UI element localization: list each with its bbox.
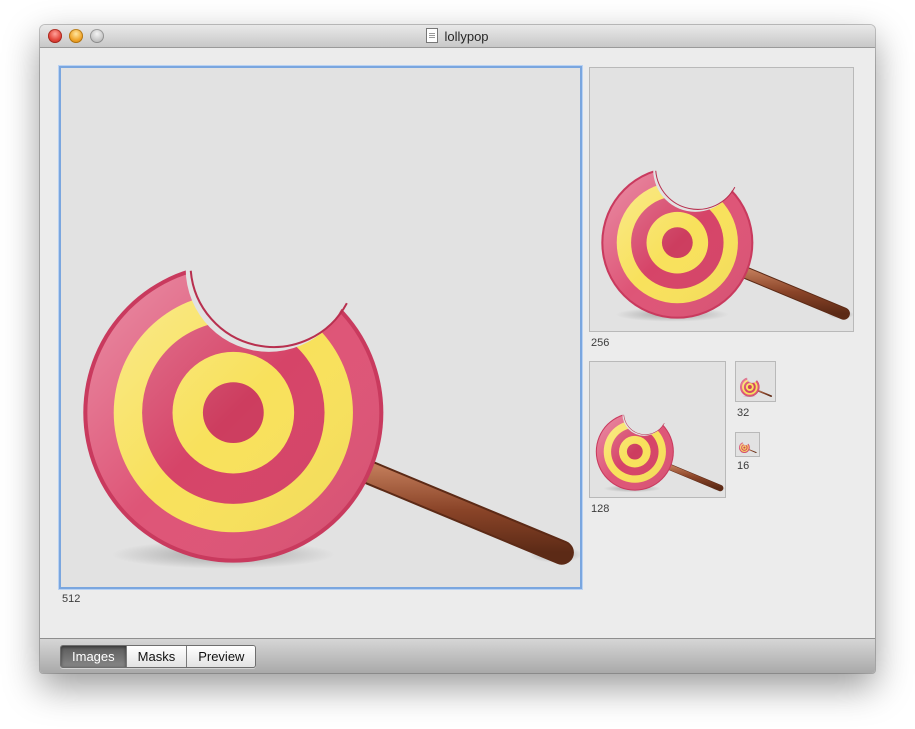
size-label-32: 32 bbox=[737, 407, 750, 419]
bottom-toolbar: Images Masks Preview bbox=[40, 638, 875, 673]
lollipop-image-256 bbox=[590, 68, 853, 331]
size-label-16: 16 bbox=[737, 460, 750, 472]
title-bar[interactable]: lollypop bbox=[40, 25, 875, 48]
tab-masks[interactable]: Masks bbox=[126, 646, 188, 667]
icon-editor-content: 512 256 128 32 16 bbox=[40, 48, 875, 638]
app-window: lollypop 512 256 128 32 16 Images Masks … bbox=[40, 25, 875, 673]
size-label-256: 256 bbox=[591, 337, 610, 349]
image-well-256[interactable] bbox=[589, 67, 854, 332]
image-well-16[interactable] bbox=[735, 432, 760, 457]
lollipop-image-512 bbox=[61, 68, 580, 587]
tab-preview[interactable]: Preview bbox=[187, 646, 256, 667]
tab-images[interactable]: Images bbox=[61, 646, 127, 667]
lollipop-image-32 bbox=[736, 362, 775, 401]
lollipop-image-128 bbox=[590, 362, 725, 497]
document-icon bbox=[426, 28, 439, 43]
window-title-text: lollypop bbox=[444, 29, 489, 44]
size-label-512: 512 bbox=[62, 593, 81, 605]
image-well-512[interactable] bbox=[59, 66, 582, 589]
view-segmented-control: Images Masks Preview bbox=[60, 645, 257, 668]
image-well-128[interactable] bbox=[589, 361, 726, 498]
size-label-128: 128 bbox=[591, 503, 610, 515]
image-well-32[interactable] bbox=[735, 361, 776, 402]
window-title: lollypop bbox=[40, 28, 875, 45]
lollipop-image-16 bbox=[736, 433, 759, 456]
